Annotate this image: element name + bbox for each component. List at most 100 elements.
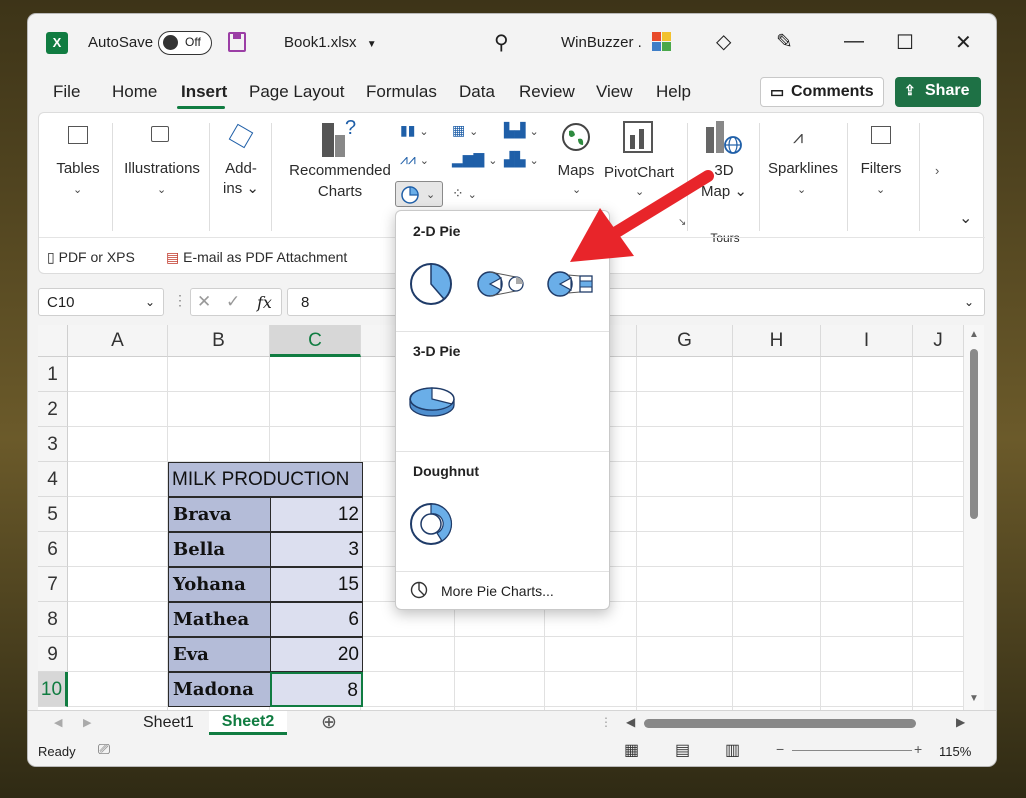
column-header-g[interactable]: G — [637, 325, 733, 357]
sheet-tab-sheet2[interactable]: Sheet2 — [209, 711, 287, 735]
zoom-level[interactable]: 115% — [939, 744, 971, 759]
zoom-in-icon[interactable]: + — [914, 741, 922, 757]
share-icon: ⇪ — [904, 82, 916, 98]
enter-icon[interactable]: ✓ — [226, 292, 240, 312]
table-value-cell[interactable]: 12 — [270, 497, 363, 532]
maximize-icon[interactable]: ☐ — [896, 30, 914, 55]
tab-split-grip-icon[interactable]: ⋮ — [600, 715, 612, 729]
statistic-chart-button[interactable]: ▂▆▇ ⌄ — [452, 151, 497, 168]
zoom-out-icon[interactable]: − — [776, 741, 784, 757]
table-value-cell[interactable]: 15 — [270, 567, 363, 602]
row-header-9[interactable]: 9 — [38, 637, 68, 672]
combo-chart-button[interactable]: ▟▙ ⌄ — [504, 151, 539, 168]
zoom-slider[interactable] — [792, 750, 912, 751]
file-name[interactable]: Book1.xlsx ▼ — [284, 34, 377, 51]
save-icon[interactable] — [228, 32, 246, 52]
formula-input[interactable]: 8 ⌄ — [287, 288, 985, 316]
doughnut-option[interactable] — [408, 501, 454, 547]
table-value-cell[interactable]: 20 — [270, 637, 363, 672]
page-layout-view-icon[interactable]: ▤ — [675, 740, 690, 760]
scroll-right-icon[interactable]: ▶ — [956, 715, 965, 729]
3d-pie-option[interactable] — [408, 381, 456, 421]
diamond-icon[interactable]: ◇ — [716, 29, 731, 54]
search-icon[interactable]: ⚲ — [494, 30, 509, 55]
row-header-2[interactable]: 2 — [38, 392, 68, 427]
table-name-cell[interactable]: Eva — [168, 637, 271, 672]
account-avatar[interactable] — [650, 30, 674, 54]
name-box[interactable]: C10 ⌄ — [38, 288, 164, 316]
column-header-a[interactable]: A — [68, 325, 168, 357]
scroll-down-icon[interactable]: ▼ — [969, 693, 979, 704]
scroll-left-icon[interactable]: ◀ — [626, 715, 635, 729]
accessibility-icon[interactable]: ⎚ — [98, 741, 110, 758]
pie-of-pie-option[interactable] — [476, 269, 526, 299]
normal-view-icon[interactable]: ▦ — [624, 740, 639, 760]
vertical-scroll-thumb[interactable] — [970, 349, 978, 519]
column-header-b[interactable]: B — [168, 325, 270, 357]
more-pie-charts-item[interactable]: More Pie Charts... — [410, 579, 600, 603]
minimize-icon[interactable]: — — [844, 30, 864, 53]
tab-view[interactable]: View — [596, 82, 633, 102]
row-header-1[interactable]: 1 — [38, 357, 68, 392]
hierarchy-chart-button[interactable]: ▦ ⌄ — [452, 122, 478, 139]
table-value-cell[interactable]: 3 — [270, 532, 363, 567]
vertical-scrollbar[interactable]: ▲ ▼ — [964, 325, 984, 710]
row-header-10[interactable]: 10 — [38, 672, 68, 707]
column-header-h[interactable]: H — [733, 325, 821, 357]
sheet-prev-icon[interactable]: ◀ — [54, 716, 62, 729]
row-header-6[interactable]: 6 — [38, 532, 68, 567]
table-name-cell[interactable]: Brava — [168, 497, 271, 532]
insert-function-button[interactable]: fx — [257, 293, 272, 312]
autosave-toggle[interactable]: Off — [158, 31, 212, 55]
table-value-cell[interactable]: 6 — [270, 602, 363, 637]
table-name-cell[interactable]: Bella — [168, 532, 271, 567]
cancel-icon[interactable]: ✕ — [197, 292, 211, 312]
select-all-corner[interactable] — [38, 325, 68, 357]
scatter-chart-button[interactable]: ⁘ ⌄ — [452, 185, 477, 202]
tab-help[interactable]: Help — [656, 82, 691, 102]
horizontal-scroll-thumb[interactable] — [644, 719, 916, 728]
column-chart-button[interactable]: ▮▮ ⌄ — [400, 122, 429, 139]
row-header-3[interactable]: 3 — [38, 427, 68, 462]
table-name-cell[interactable]: Madona — [168, 672, 271, 707]
tab-insert[interactable]: Insert — [181, 82, 227, 102]
pen-icon[interactable]: ✎ — [776, 29, 793, 54]
addins-hex-icon — [228, 123, 254, 149]
chevron-down-icon: ⌄ — [797, 184, 807, 196]
add-sheet-icon[interactable]: ⊕ — [321, 711, 337, 734]
ribbon-divider — [112, 123, 113, 231]
waterfall-chart-button[interactable]: ▙▟ ⌄ — [504, 122, 539, 139]
row-header-8[interactable]: 8 — [38, 602, 68, 637]
pie-chart-button[interactable]: ⌄ — [395, 181, 443, 207]
table-name-cell[interactable]: Yohana — [168, 567, 271, 602]
row-header-7[interactable]: 7 — [38, 567, 68, 602]
sheet-next-icon[interactable]: ▶ — [83, 716, 91, 729]
tab-page-layout[interactable]: Page Layout — [249, 82, 344, 102]
table-name-cell[interactable]: Mathea — [168, 602, 271, 637]
tab-formulas[interactable]: Formulas — [366, 82, 437, 102]
sheet-tab-sheet1[interactable]: Sheet1 — [143, 714, 194, 732]
ribbon-scroll-right-icon[interactable]: › — [935, 163, 939, 178]
share-button[interactable]: ⇪ Share — [895, 77, 981, 107]
tab-file[interactable]: File — [53, 82, 80, 102]
scroll-up-icon[interactable]: ▲ — [969, 329, 979, 340]
tab-review[interactable]: Review — [519, 82, 575, 102]
line-chart-button[interactable]: ⩘⩘ ⌄ — [400, 151, 429, 168]
pdf-xps-button[interactable]: ▯ PDF or XPS — [47, 249, 135, 266]
page-break-view-icon[interactable]: ▥ — [725, 740, 740, 760]
row-header-4[interactable]: 4 — [38, 462, 68, 497]
tab-home[interactable]: Home — [112, 82, 157, 102]
row-header-5[interactable]: 5 — [38, 497, 68, 532]
column-header-j[interactable]: J — [913, 325, 964, 357]
tab-data[interactable]: Data — [459, 82, 495, 102]
column-header-i[interactable]: I — [821, 325, 913, 357]
close-icon[interactable]: ✕ — [955, 30, 972, 55]
email-pdf-button[interactable]: ▤ E-mail as PDF Attachment — [166, 249, 347, 266]
pie-chart-option[interactable] — [408, 261, 454, 307]
table-header-cell[interactable]: MILK PRODUCTION — [168, 462, 363, 497]
column-header-c[interactable]: C — [270, 325, 361, 357]
expand-formula-bar-icon[interactable]: ⌄ — [964, 295, 974, 309]
collapse-ribbon-icon[interactable]: ⌄ — [959, 208, 972, 228]
table-value-cell[interactable]: 8 — [270, 672, 363, 707]
comments-button[interactable]: ▭ Comments — [760, 77, 884, 107]
